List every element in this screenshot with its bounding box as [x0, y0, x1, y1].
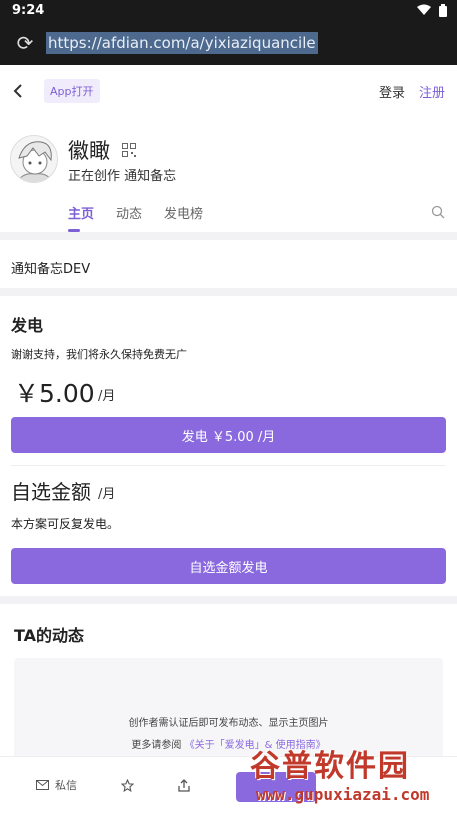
status-time: 9:24 — [12, 2, 45, 18]
browser-url-bar: ⟳ https://afdian.com/a/yixiaziquancile — [0, 20, 457, 65]
search-icon[interactable] — [431, 205, 445, 219]
message-button[interactable]: 私信 — [36, 777, 77, 793]
login-link[interactable]: 登录 — [379, 82, 405, 101]
mail-icon — [36, 780, 49, 790]
watermark-title: 谷普软件园 — [250, 749, 410, 784]
sponsor-button[interactable]: 发电 ￥5.00 /月 — [11, 417, 446, 453]
url-text[interactable]: https://afdian.com/a/yixiaziquancile — [46, 31, 318, 54]
custom-amount-button[interactable]: 自选金额发电 — [11, 548, 446, 584]
profile-intro: 通知备忘DEV — [0, 240, 457, 288]
tab-feed[interactable]: 动态 — [116, 203, 142, 232]
sponsor-price: ￥5.00 — [14, 379, 95, 408]
battery-icon — [439, 3, 447, 17]
feed-help-prefix: 更多请参阅 — [131, 740, 182, 751]
divider — [11, 465, 446, 466]
feed-message: 创作者需认证后即可发布动态、显示主页图片 — [128, 718, 329, 729]
sponsor-price-unit: /月 — [98, 389, 116, 404]
avatar[interactable] — [10, 135, 58, 183]
tab-ranking[interactable]: 发电榜 — [164, 203, 203, 232]
profile-header: 徽瞰 正在创作 通知备忘 主页 动态 发电榜 — [0, 117, 457, 232]
intro-text: 通知备忘DEV — [11, 262, 91, 277]
share-icon — [178, 778, 190, 792]
star-icon — [121, 778, 134, 792]
favorite-button[interactable] — [121, 778, 134, 792]
custom-amount-title: 自选金额 — [11, 480, 91, 504]
open-in-app-button[interactable]: App打开 — [44, 79, 100, 103]
share-button[interactable] — [178, 778, 190, 792]
qr-code-icon[interactable] — [122, 143, 136, 157]
watermark-url: www.gupuxiazai.com — [256, 785, 430, 804]
tab-home[interactable]: 主页 — [68, 203, 94, 232]
reload-icon[interactable]: ⟳ — [14, 32, 36, 54]
custom-amount-unit: /月 — [98, 487, 116, 502]
sponsor-title: 发电 — [11, 316, 44, 335]
register-link[interactable]: 注册 — [419, 82, 445, 101]
sponsor-section: 发电 谢谢支持，我们将永久保持免费无广 ￥5.00 /月 发电 ￥5.00 /月… — [0, 296, 457, 596]
message-label: 私信 — [55, 779, 77, 792]
wifi-icon — [417, 4, 431, 15]
profile-name: 徽瞰 — [68, 139, 110, 163]
repeat-note: 本方案可反复发电。 — [11, 517, 120, 531]
sponsor-thanks: 谢谢支持，我们将永久保持免费无广 — [11, 348, 187, 361]
back-icon[interactable] — [12, 79, 32, 103]
status-icons — [417, 3, 447, 17]
top-nav: App打开 登录 注册 — [0, 65, 457, 117]
status-bar: 9:24 — [0, 0, 457, 20]
profile-description: 正在创作 通知备忘 — [68, 169, 177, 184]
feed-title: TA的动态 — [14, 626, 85, 645]
watermark: 谷普软件园 www.gupuxiazai.com — [250, 741, 455, 809]
profile-tabs: 主页 动态 发电榜 — [0, 203, 457, 232]
